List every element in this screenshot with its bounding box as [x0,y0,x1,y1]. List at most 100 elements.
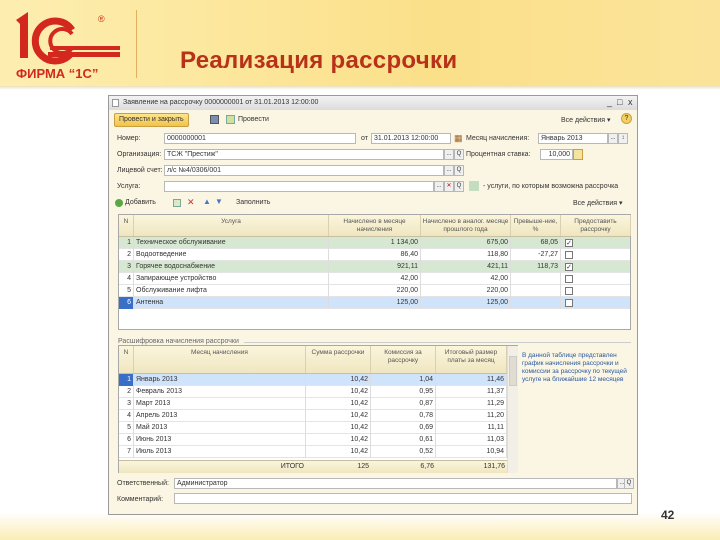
service-name: Горячее водоснабжение [134,261,329,273]
close-button[interactable]: x [628,97,633,107]
installment-fee: 0,95 [371,386,436,398]
legend-swatch [469,181,479,191]
previous-charge: 42,00 [421,273,511,285]
month: Январь 2013 [134,374,306,386]
table-row[interactable]: 2 Февраль 2013 10,42 0,95 11,37 [119,386,507,398]
service-name: Антенна [134,297,329,309]
minimize-button[interactable]: _ [607,97,612,107]
rate-field[interactable]: 10,000 [540,149,573,160]
column-header[interactable]: Начислено в аналог. месяце прошлого года [421,215,511,236]
organization-label: Организация: [117,151,162,158]
installment-checkbox[interactable]: ✓ [565,263,573,271]
installment-sum: 10,42 [306,374,371,386]
responsible-field[interactable]: Администратор [174,478,617,489]
row-number: 6 [119,297,134,309]
post-and-close-button[interactable]: Провести и закрыть [114,113,189,127]
service-name: Обслуживание лифта [134,285,329,297]
installment-checkbox[interactable] [565,251,573,259]
installment-checkbox[interactable] [565,299,573,307]
table-row[interactable]: 5 Обслуживание лифта 220,00 220,00 [119,285,630,297]
table-row[interactable]: 3 Март 2013 10,42 0,87 11,29 [119,398,507,410]
current-charge: 125,00 [329,297,421,309]
month-field[interactable]: Январь 2013 [538,133,608,144]
installment-fee: 0,61 [371,434,436,446]
add-button[interactable]: Добавить [125,199,156,206]
scrollbar-thumb[interactable] [509,356,517,386]
monthly-total: 11,11 [436,422,507,434]
copy-icon[interactable] [173,199,181,207]
organization-field[interactable]: ТСЖ "Престиж" [164,149,444,160]
services-all-actions-menu[interactable]: Все действия ▾ [573,199,622,207]
account-search-icon[interactable]: Q [454,165,464,176]
move-down-icon[interactable]: ▼ [215,197,223,206]
service-clear-icon[interactable]: ✕ [444,181,454,192]
account-select-button[interactable]: ... [444,165,454,176]
schedule-note: В данной таблице представлен график начи… [522,352,627,383]
column-header[interactable]: Месяц начисления [134,346,306,373]
date-field[interactable]: 31.01.2013 12:00:00 [371,133,451,144]
delete-icon[interactable]: ✕ [187,197,195,208]
post-icon[interactable] [226,115,235,124]
table-row[interactable]: 7 Июль 2013 10,42 0,52 10,94 [119,446,507,458]
column-header[interactable]: Начислено в месяце начисления [329,215,421,236]
account-field[interactable]: л/с №4/0306/001 [164,165,444,176]
all-actions-menu[interactable]: Все действия ▾ [561,116,610,124]
column-header[interactable]: N [119,215,134,236]
slide-title: Реализация рассрочки [180,47,458,74]
column-header[interactable]: Сумма рассрочки [306,346,371,373]
table-row[interactable]: 1 Январь 2013 10,42 1,04 11,46 [119,374,507,386]
responsible-search-icon[interactable]: Q [624,478,634,489]
row-number: 5 [119,285,134,297]
column-header[interactable]: Предоставить рассрочку [561,215,631,236]
column-header[interactable]: N [119,346,134,373]
table-row[interactable]: 4 Апрель 2013 10,42 0,78 11,20 [119,410,507,422]
installment-checkbox[interactable]: ✓ [565,239,573,247]
previous-charge: 220,00 [421,285,511,297]
group-divider [244,342,631,343]
organization-search-icon[interactable]: Q [454,149,464,160]
excess-percent: 68,05 [511,237,561,249]
installment-sum: 10,42 [306,446,371,458]
month-select-button[interactable]: ... [608,133,618,144]
maximize-button[interactable]: □ [617,97,622,107]
table-row[interactable]: 4 Запирающее устройство 42,00 42,00 [119,273,630,285]
table-row[interactable]: 1 Техническое обслуживание 1 134,00 675,00 6… [119,237,630,249]
table-row[interactable]: 2 Водоотведение 86,40 118,80 -27,27 [119,249,630,261]
table-row[interactable]: 5 Май 2013 10,42 0,69 11,11 [119,422,507,434]
installment-checkbox[interactable] [565,275,573,283]
responsible-label: Ответственный: [117,480,169,487]
month-spinner[interactable]: ↕ [618,133,628,144]
window-title: Заявление на рассрочку 0000000001 от 31.… [123,99,319,106]
table-row[interactable]: 3 Горячее водоснабжение 921,11 421,11 118,73… [119,261,630,273]
save-icon[interactable] [210,115,219,124]
column-header[interactable]: Комиссия за рассрочку [371,346,436,373]
add-icon[interactable] [115,199,123,207]
calendar-icon[interactable]: ▦ [454,133,463,144]
column-header[interactable]: Услуга [134,215,329,236]
legend-text: - услуги, по которым возможна рассрочка [483,183,619,190]
comment-field[interactable] [174,493,632,504]
row-number: 2 [119,386,134,398]
logo-divider [136,10,137,78]
account-label: Лицевой счет: [117,167,163,174]
number-label: Номер: [117,135,141,142]
calculator-icon[interactable] [573,149,583,160]
help-icon[interactable]: ? [621,113,632,124]
move-up-icon[interactable]: ▲ [203,197,211,206]
totals-total: 131,76 [483,463,505,470]
previous-charge: 118,80 [421,249,511,261]
service-name: Водоотведение [134,249,329,261]
column-header[interactable]: Итоговый размер платы за месяц [436,346,507,373]
service-select-button[interactable]: ... [434,181,444,192]
table-row[interactable]: 6 Июнь 2013 10,42 0,61 11,03 [119,434,507,446]
service-field[interactable] [164,181,434,192]
column-header[interactable]: Превыше-ние, % [511,215,561,236]
organization-select-button[interactable]: ... [444,149,454,160]
schedule-scrollbar[interactable] [507,346,518,473]
post-button[interactable]: Провести [238,116,269,123]
fill-button[interactable]: Заполнить [236,199,270,206]
table-row[interactable]: 6 Антенна 125,00 125,00 [119,297,630,309]
service-search-icon[interactable]: Q [454,181,464,192]
number-field[interactable]: 0000000001 [164,133,356,144]
installment-checkbox[interactable] [565,287,573,295]
